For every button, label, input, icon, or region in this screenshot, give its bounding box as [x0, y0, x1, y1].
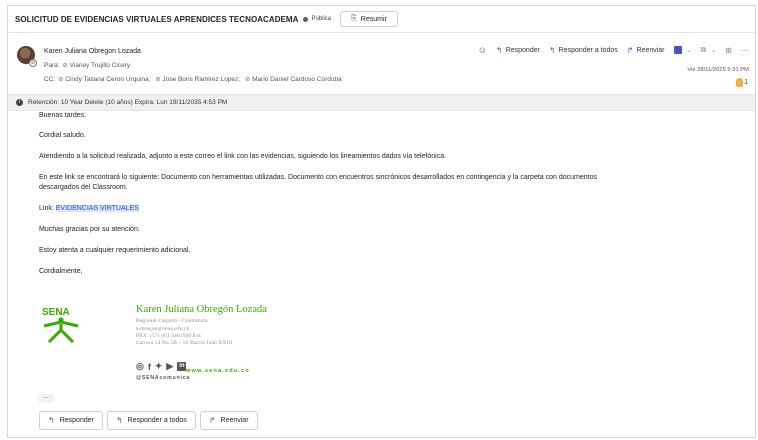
footer-forward-button[interactable]: ↱ Reenviar — [199, 411, 258, 430]
forward-button[interactable]: ↱ Reenviar — [627, 46, 665, 55]
chevron-down-icon: ⌄ — [686, 47, 692, 54]
reply-all-label: Responder a todos — [558, 46, 618, 54]
summarize-icon: ⎘ — [351, 15, 357, 22]
copy-icon: ⧉ — [700, 45, 707, 54]
signature-role: Regional Caquetá - Contratista — [136, 318, 208, 324]
paragraph: Atendiendo a la solicitud realizada, adj… — [39, 153, 447, 160]
forward-icon: ↱ — [208, 416, 216, 425]
reply-icon: ↰ — [48, 416, 55, 425]
social-icons: ◎ f ✦ ▶ in — [136, 361, 187, 372]
signature-name: Karen Juliana Obregón Lozada — [136, 304, 267, 315]
footer-reply-label: Responder — [59, 417, 94, 424]
teams-icon — [673, 46, 682, 54]
signature-email[interactable]: kobregon@sena.edu.co — [136, 326, 190, 332]
signature-address: Carrera 14 No 5B – 56 Barrio Juan XXIII — [136, 340, 233, 346]
sena-logo: SENA — [42, 307, 79, 343]
paragraph: En este link se encontrará lo siguiente:… — [39, 174, 597, 181]
subject-bar: SOLICITUD DE EVIDENCIAS VIRTUALES APREND… — [8, 6, 755, 33]
recipient[interactable]: Vianey Trujillo Cicery — [70, 62, 131, 69]
blocked-contact-icon: ⊘ — [62, 63, 68, 69]
signature-phone: PBX: (57) 601 5461500 Ext: — [136, 333, 203, 339]
sena-logo-text: SENA — [42, 307, 70, 318]
reply-button[interactable]: ↰ Responder — [496, 46, 540, 55]
to-prefix: Para: — [44, 62, 60, 69]
reaction-count: 1 — [744, 79, 748, 86]
footer-reply-all-button[interactable]: ↰ Responder a todos — [106, 411, 196, 430]
twitter-icon[interactable]: ✦ — [155, 361, 163, 372]
closing: Cordialmente, — [39, 268, 83, 275]
blocked-contact-icon: ⊘ — [155, 77, 161, 83]
ellipsis-icon: ⋯ — [741, 45, 749, 55]
cc-line: CC: ⊘ Cindy Tatiana Ceron Urquina; ⊘ Jose Bo… — [44, 76, 347, 83]
globe-icon — [303, 16, 309, 22]
footer-reply-button[interactable]: ↰ Responder — [39, 411, 103, 430]
forward-label: Reenviar — [636, 46, 665, 54]
message-actions: ☺ ↰ Responder ↰ Responder a todos ↱ Reen… — [478, 45, 749, 55]
footer-reply-all-label: Responder a todos — [127, 417, 187, 424]
chevron-down-icon: ⌄ — [711, 47, 717, 54]
youtube-icon[interactable]: ▶ — [166, 361, 173, 372]
signature-website[interactable]: www.sena.edu.co — [186, 368, 250, 374]
linkedin-icon[interactable]: in — [177, 362, 187, 371]
link-line: Link: EVIDENCIAS VIRTUALES — [39, 204, 139, 214]
cc-recipient[interactable]: Mario Daniel Cardoso Cordoba — [252, 76, 342, 83]
reply-bar: ↰ Responder ↰ Responder a todos ↱ Reenvi… — [39, 411, 258, 430]
cc-recipient[interactable]: Cindy Tatiana Ceron Urquina; — [65, 76, 150, 83]
signature-handle: @SENAcomunica — [136, 375, 191, 381]
thumbs-up-icon — [736, 78, 744, 87]
paragraph: Estoy atenta a cualquier requerimiento a… — [39, 247, 191, 254]
more-actions-button[interactable]: ⧉ ⌄ — [701, 45, 717, 55]
overflow-button[interactable]: ⋯ — [741, 46, 749, 55]
info-icon: i — [16, 99, 23, 106]
view-button[interactable]: ⊞ — [725, 46, 732, 55]
greeting: Buenas tardes. — [39, 112, 87, 119]
evidence-link[interactable]: EVIDENCIAS VIRTUALES — [55, 205, 139, 212]
blocked-contact-icon: ⊘ — [245, 77, 251, 83]
footer-forward-label: Reenviar — [220, 417, 249, 424]
to-line: Para: ⊘ Vianey Trujillo Cicery — [44, 62, 135, 69]
show-more-button[interactable]: ... — [38, 393, 54, 403]
cc-recipient[interactable]: Jose Boris Ramirez Lopez; — [162, 76, 240, 83]
visibility-label: Pública — [311, 16, 332, 22]
email-subject: SOLICITUD DE EVIDENCIAS VIRTUALES APREND… — [15, 14, 299, 24]
retention-bar: i Retención: 10 Year Delete (10 años) Ex… — [8, 94, 755, 111]
reaction-badge[interactable]: 1 — [736, 78, 748, 87]
grid-icon: ⊞ — [725, 45, 732, 55]
paragraph: Muchas gracias por su atención. — [39, 226, 140, 233]
reply-label: Responder — [505, 46, 540, 54]
summarize-button[interactable]: ⎘ Resumir — [340, 11, 398, 27]
signature: SENA Karen Juliana Obregón Lozada Region… — [40, 298, 340, 388]
paragraph: descargados del Classroom. — [39, 184, 128, 191]
message-date: Vie 28/11/2025 5:31 PM — [687, 67, 749, 73]
retention-text: Retención: 10 Year Delete (10 años) Expi… — [28, 99, 228, 106]
reply-all-button[interactable]: ↰ Responder a todos — [549, 46, 618, 55]
link-prefix: Link: — [39, 205, 56, 212]
instagram-icon[interactable]: ◎ — [136, 361, 144, 372]
blocked-contact-icon: ⊘ — [58, 77, 64, 83]
reply-all-icon: ↰ — [548, 45, 556, 55]
facebook-icon[interactable]: f — [148, 362, 151, 372]
summarize-label: Resumir — [360, 15, 387, 23]
cc-prefix: CC: — [44, 76, 56, 83]
message-header: ⊘ Karen Juliana Obregon Lozada Para: ⊘ Via… — [8, 34, 755, 93]
forward-icon: ↱ — [626, 45, 634, 55]
presence-icon: ⊘ — [29, 59, 37, 67]
salutation: Cordial saludo. — [39, 132, 86, 139]
smiley-icon[interactable]: ☺ — [478, 45, 487, 55]
reply-all-icon: ↰ — [115, 416, 123, 425]
reply-icon: ↰ — [495, 45, 503, 55]
sender-name[interactable]: Karen Juliana Obregon Lozada — [44, 48, 141, 55]
apps-button[interactable]: ⌄ — [673, 46, 692, 54]
